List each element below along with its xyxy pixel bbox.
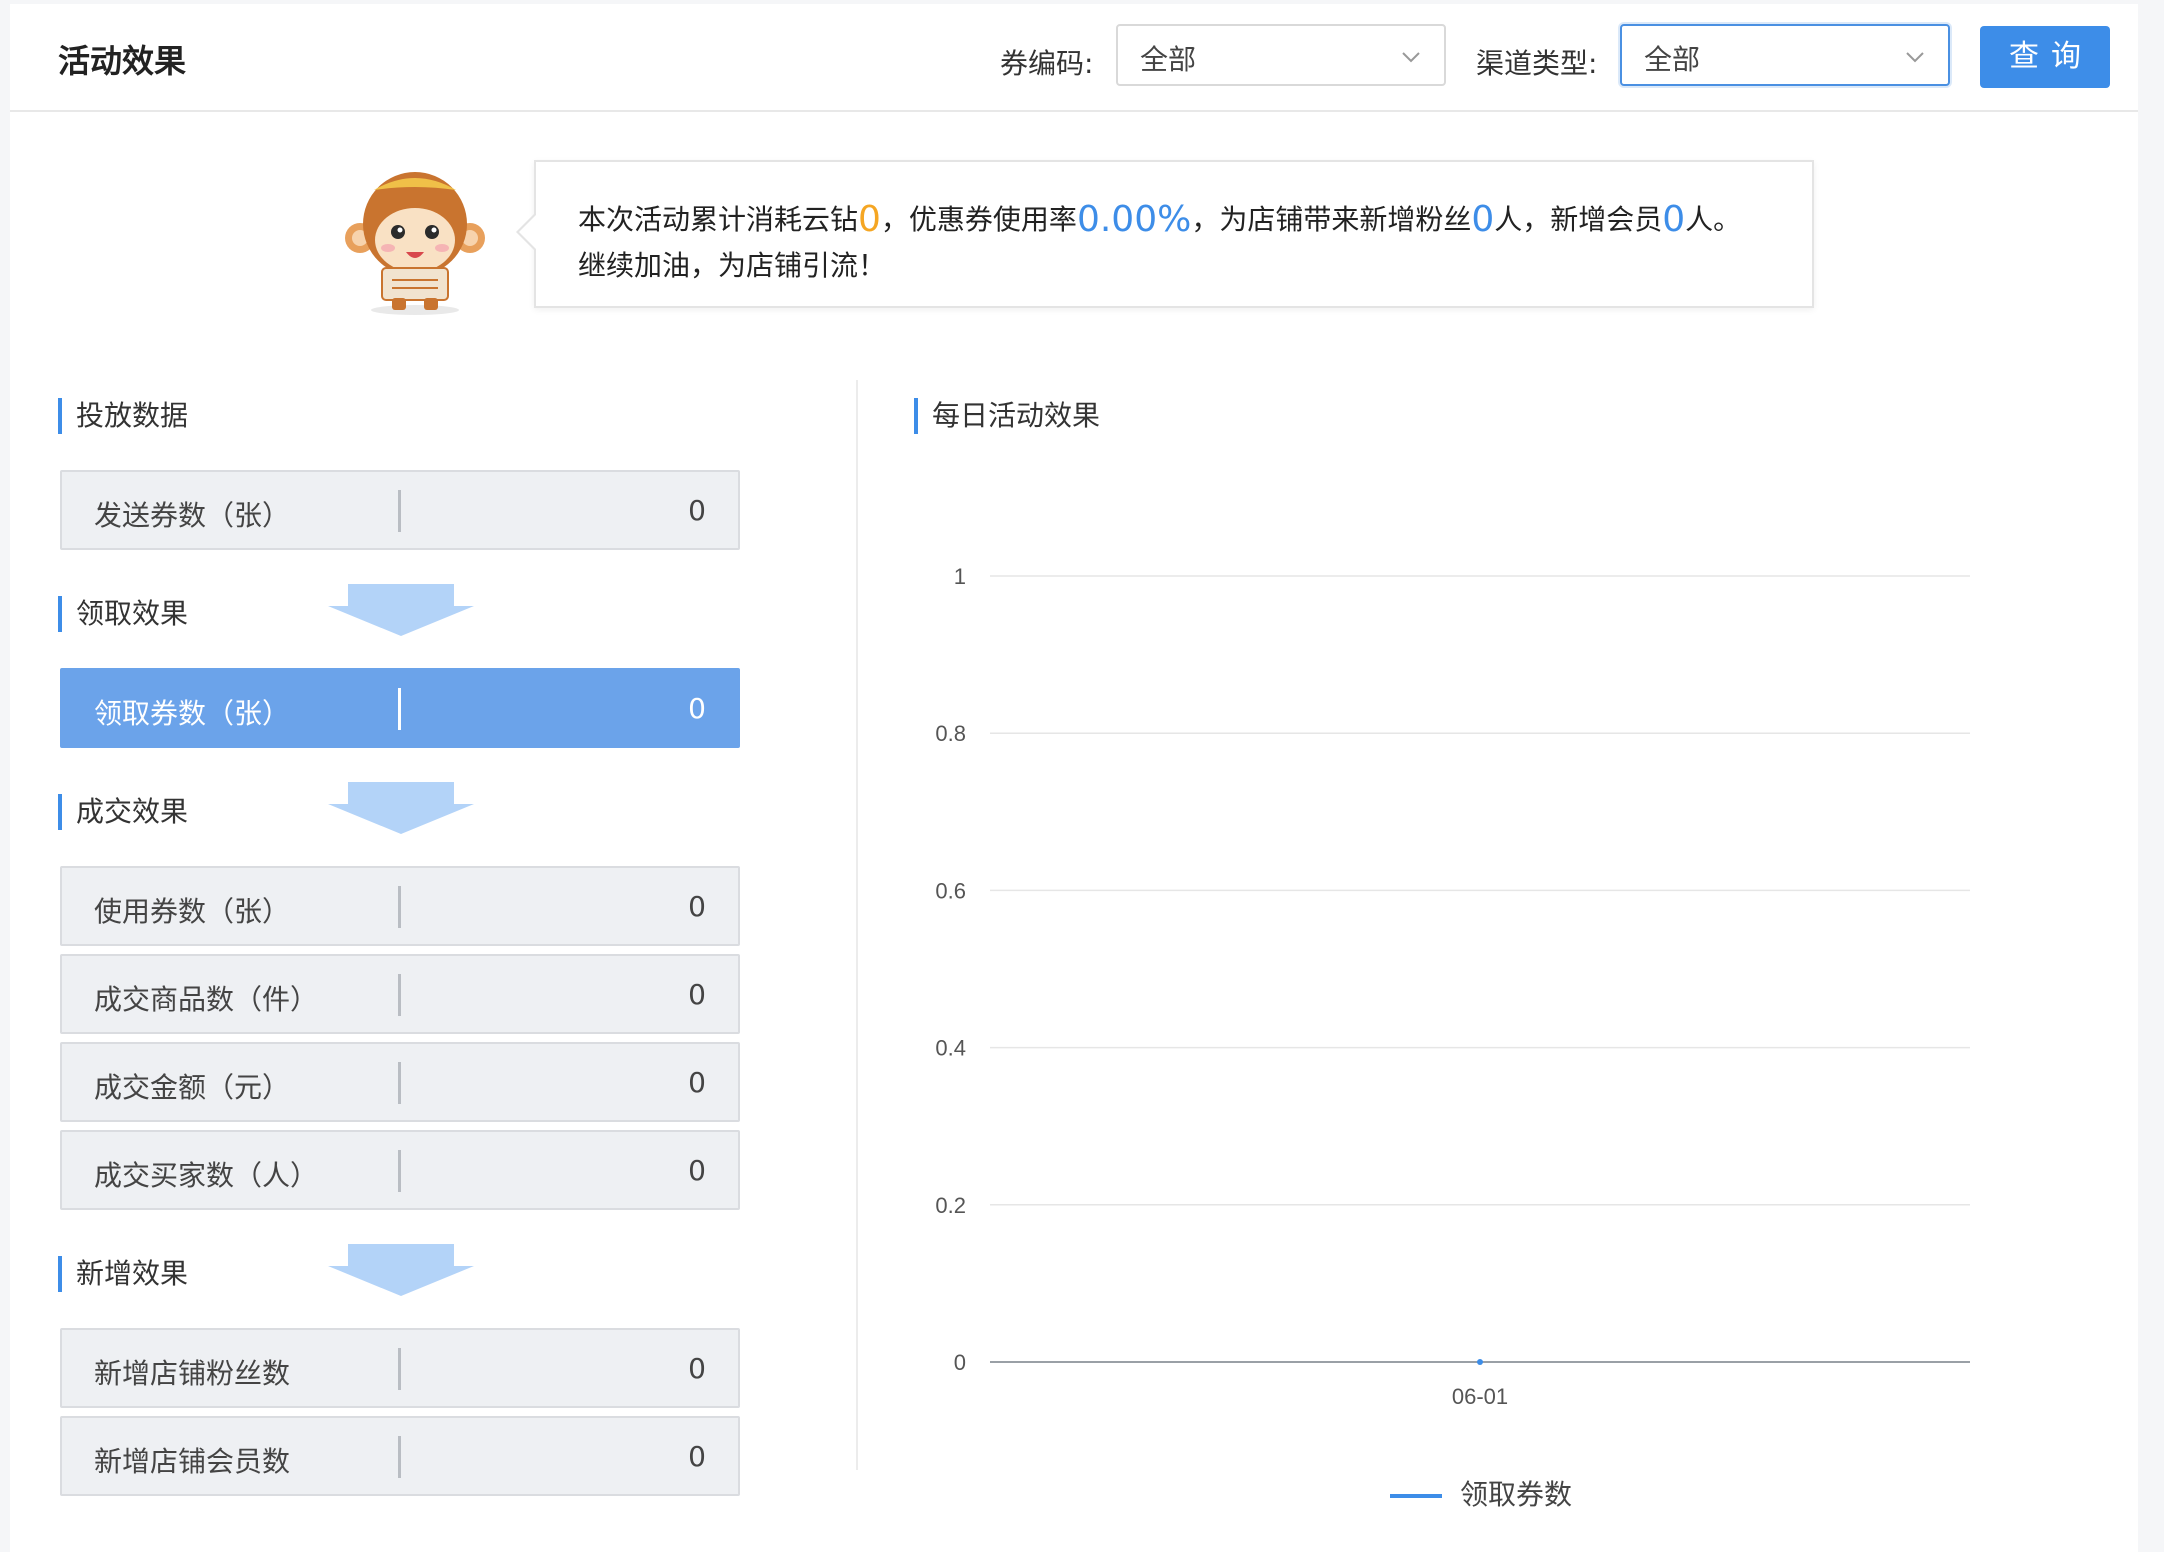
y-tick-label: 0.4 bbox=[935, 1036, 966, 1061]
y-tick-label: 1 bbox=[954, 564, 966, 589]
metric-value: 0 bbox=[688, 1154, 706, 1187]
metric-deal-amount: 成交金额（元） 0 bbox=[60, 1042, 740, 1122]
metric-deal-buyers: 成交买家数（人） 0 bbox=[60, 1130, 740, 1210]
flow-arrow-down-icon bbox=[328, 584, 474, 636]
bubble-pointer bbox=[516, 212, 537, 252]
cloud-diamonds-value: 0 bbox=[858, 199, 881, 240]
metric-separator bbox=[398, 1150, 401, 1192]
coupon-code-select[interactable]: 全部 bbox=[1116, 24, 1446, 86]
series-point bbox=[1477, 1359, 1483, 1365]
chevron-down-icon bbox=[1402, 52, 1420, 63]
channel-type-value: 全部 bbox=[1644, 43, 1701, 76]
summary-line-2: 继续加油，为店铺引流！ bbox=[578, 249, 887, 282]
summary-line-1: 本次活动累计消耗云钻0，优惠券使用率0.00%，为店铺带来新增粉丝0人，新增会员… bbox=[578, 198, 1741, 240]
summary-text: ，为店铺带来新增粉丝 bbox=[1191, 203, 1472, 236]
summary-text: ，优惠券使用率 bbox=[880, 203, 1077, 236]
metric-sent-coupons: 发送券数（张） 0 bbox=[60, 470, 740, 550]
y-tick-label: 0 bbox=[954, 1350, 966, 1375]
metric-label: 成交商品数（件） bbox=[94, 983, 319, 1016]
y-tick-label: 0.6 bbox=[935, 878, 966, 903]
metric-value: 0 bbox=[688, 1440, 706, 1473]
flow-arrow-down-icon bbox=[328, 1244, 474, 1296]
metric-separator bbox=[398, 1348, 401, 1390]
column-divider bbox=[856, 380, 858, 1470]
metric-value: 0 bbox=[688, 1352, 706, 1385]
coupon-code-value: 全部 bbox=[1140, 43, 1197, 76]
metric-value: 0 bbox=[688, 1066, 706, 1099]
metric-value: 0 bbox=[688, 890, 706, 923]
metric-label: 成交买家数（人） bbox=[94, 1159, 319, 1192]
metric-separator bbox=[398, 688, 401, 730]
metric-label: 发送券数（张） bbox=[94, 499, 291, 532]
summary-bubble: 本次活动累计消耗云钻0，优惠券使用率0.00%，为店铺带来新增粉丝0人，新增会员… bbox=[516, 160, 1814, 308]
metric-new-fans: 新增店铺粉丝数 0 bbox=[60, 1328, 740, 1408]
metric-separator bbox=[398, 886, 401, 928]
metric-separator bbox=[398, 490, 401, 532]
page-title: 活动效果 bbox=[58, 42, 187, 80]
new-members-value: 0 bbox=[1662, 199, 1686, 240]
flow-arrow-down-icon bbox=[328, 782, 474, 834]
section-title-receive: 领取效果 bbox=[58, 596, 188, 632]
metric-label: 领取券数（张） bbox=[94, 697, 291, 730]
metric-separator bbox=[398, 1436, 401, 1478]
legend-label: 领取券数 bbox=[1460, 1478, 1572, 1511]
x-tick-label: 06-01 bbox=[1452, 1384, 1508, 1409]
summary-text: 人。 bbox=[1685, 203, 1742, 236]
usage-rate-value: 0.00% bbox=[1076, 199, 1192, 240]
channel-type-label: 渠道类型: bbox=[1476, 47, 1598, 80]
metric-deal-items: 成交商品数（件） 0 bbox=[60, 954, 740, 1034]
section-title-growth: 新增效果 bbox=[58, 1256, 188, 1292]
y-tick-label: 0.2 bbox=[935, 1193, 966, 1218]
metric-label: 新增店铺粉丝数 bbox=[94, 1357, 291, 1390]
summary-text: 人，新增会员 bbox=[1494, 203, 1663, 236]
channel-type-select[interactable]: 全部 bbox=[1620, 24, 1950, 86]
chevron-down-icon bbox=[1906, 52, 1924, 63]
header-bar: 活动效果 券编码: 全部 渠道类型: 全部 查询 bbox=[10, 4, 2138, 112]
metric-value: 0 bbox=[688, 978, 706, 1011]
daily-effect-chart: 0 0.2 0.4 0.6 0.8 1 06-01 领取券数 bbox=[935, 564, 1970, 1511]
metric-received-coupons: 领取券数（张） 0 bbox=[60, 668, 740, 748]
coupon-code-label: 券编码: bbox=[1000, 47, 1094, 80]
metric-label: 成交金额（元） bbox=[94, 1071, 291, 1104]
query-button[interactable]: 查询 bbox=[1980, 26, 2110, 88]
metric-new-members: 新增店铺会员数 0 bbox=[60, 1416, 740, 1496]
metric-separator bbox=[398, 974, 401, 1016]
y-tick-label: 0.8 bbox=[935, 721, 966, 746]
chart-title: 每日活动效果 bbox=[914, 398, 1100, 434]
metric-used-coupons: 使用券数（张） 0 bbox=[60, 866, 740, 946]
mascot-monkey-icon bbox=[345, 172, 485, 315]
metric-value: 0 bbox=[688, 692, 706, 725]
metric-value: 0 bbox=[688, 494, 706, 527]
metric-label: 新增店铺会员数 bbox=[94, 1445, 291, 1478]
metric-separator bbox=[398, 1062, 401, 1104]
new-fans-value: 0 bbox=[1471, 199, 1495, 240]
summary-text: 本次活动累计消耗云钻 bbox=[578, 203, 859, 236]
page: 活动效果 券编码: 全部 渠道类型: 全部 查询 本次活动累计消耗云钻0，优惠券… bbox=[10, 4, 2138, 1552]
section-title-deal: 成交效果 bbox=[58, 794, 188, 830]
metric-label: 使用券数（张） bbox=[94, 895, 291, 928]
section-title-delivery: 投放数据 bbox=[58, 398, 188, 434]
